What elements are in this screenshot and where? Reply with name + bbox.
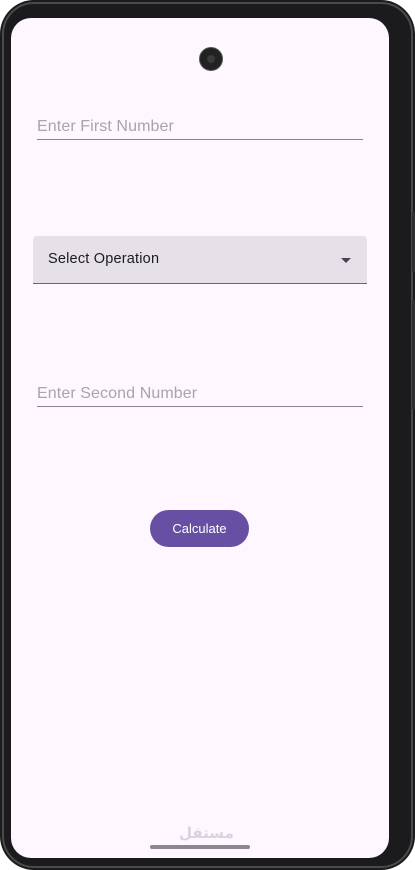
first-number-field[interactable]: Enter First Number bbox=[37, 104, 363, 140]
second-number-placeholder: Enter Second Number bbox=[37, 385, 198, 402]
phone-frame: Enter First Number Select Operation Ente… bbox=[0, 0, 415, 870]
calculate-button[interactable]: Calculate bbox=[150, 510, 249, 547]
operation-dropdown-label: Select Operation bbox=[48, 251, 160, 267]
front-camera bbox=[199, 47, 223, 71]
watermark-logo: مستقل bbox=[179, 824, 234, 842]
first-number-placeholder: Enter First Number bbox=[37, 118, 174, 135]
home-indicator[interactable] bbox=[150, 845, 250, 849]
second-number-field[interactable]: Enter Second Number bbox=[37, 371, 363, 407]
dropdown-arrow-icon bbox=[341, 258, 351, 263]
operation-dropdown[interactable]: Select Operation bbox=[33, 236, 367, 284]
app-screen: Enter First Number Select Operation Ente… bbox=[11, 18, 389, 858]
